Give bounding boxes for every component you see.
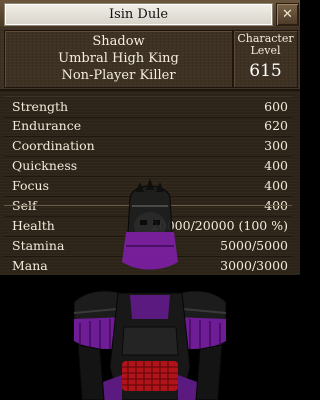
character-level-box: Character Level 615 — [233, 30, 298, 88]
stat-row-stamina: Stamina 5000/5000 — [4, 236, 292, 257]
stat-name: Quickness — [12, 158, 78, 173]
stats-panel: Strength 600 Endurance 620 Coordination … — [0, 89, 300, 277]
stats-divider — [4, 205, 292, 206]
stat-name: Coordination — [12, 138, 95, 153]
character-title: Umbral High King — [58, 51, 179, 66]
level-label: Character Level — [234, 33, 297, 57]
stat-row-coordination: Coordination 300 — [4, 136, 292, 157]
stat-name: Mana — [12, 258, 48, 273]
character-race: Shadow — [92, 34, 145, 49]
stat-value: 400 — [264, 178, 288, 193]
stat-row-self: Self 400 — [4, 196, 292, 217]
character-pk-status: Non-Player Killer — [61, 68, 176, 83]
stat-value: 20000/20000 (100 %) — [150, 218, 288, 233]
stat-name: Strength — [12, 99, 69, 114]
character-info-window: Isin Dule ✕ Shadow Umbral High King Non-… — [0, 0, 300, 400]
stat-value: 600 — [264, 99, 288, 114]
stat-row-mana: Mana 3000/3000 — [4, 256, 292, 277]
character-header: Shadow Umbral High King Non-Player Kille… — [0, 27, 300, 89]
stat-name: Health — [12, 218, 55, 233]
stat-row-endurance: Endurance 620 — [4, 116, 292, 137]
title-bar[interactable]: Isin Dule ✕ — [0, 0, 300, 28]
level-label-line2: Level — [250, 44, 281, 57]
stat-row-focus: Focus 400 — [4, 176, 292, 197]
window-title: Isin Dule — [4, 3, 273, 26]
stat-value: 300 — [264, 138, 288, 153]
stat-value: 3000/3000 — [220, 258, 288, 273]
stat-value: 400 — [264, 158, 288, 173]
stat-name: Endurance — [12, 118, 82, 133]
stat-row-strength: Strength 600 — [4, 96, 292, 118]
stat-row-quickness: Quickness 400 — [4, 156, 292, 177]
stat-row-health: Health 20000/20000 (100 %) — [4, 216, 292, 237]
character-figure — [73, 290, 227, 400]
character-identity: Shadow Umbral High King Non-Player Kille… — [4, 30, 233, 88]
close-icon: ✕ — [282, 7, 293, 22]
character-preview — [0, 275, 300, 400]
stat-name: Focus — [12, 178, 49, 193]
chainmail-belly — [122, 361, 178, 391]
stat-value: 5000/5000 — [220, 238, 288, 253]
close-button[interactable]: ✕ — [276, 3, 299, 26]
stat-name: Stamina — [12, 238, 65, 253]
stat-value: 620 — [264, 118, 288, 133]
level-value: 615 — [249, 61, 282, 81]
